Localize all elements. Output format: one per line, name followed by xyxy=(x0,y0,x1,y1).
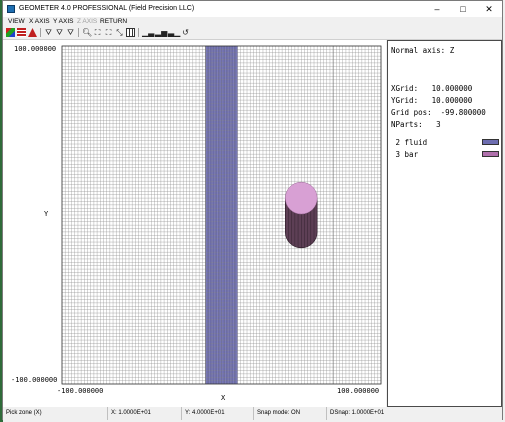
y-min-label: -100.000000 xyxy=(11,376,58,384)
ygrid-text: YGrid: 10.000000 xyxy=(391,96,473,105)
x-min-label: -100.000000 xyxy=(57,387,104,395)
zoom-icon[interactable]: 🔍︎ xyxy=(82,28,92,37)
geometer-window: GEOMETER 4.0 PROFESSIONAL (Field Precisi… xyxy=(2,0,503,420)
toolbar-separator xyxy=(78,28,79,37)
filter-list-icon[interactable]: ⛛ xyxy=(55,28,64,37)
title-bar[interactable]: GEOMETER 4.0 PROFESSIONAL (Field Precisi… xyxy=(3,1,502,17)
app-icon xyxy=(7,5,15,13)
menu-view[interactable]: VIEW xyxy=(8,17,25,27)
toolbar-separator xyxy=(138,28,139,37)
histogram-icon[interactable]: ▂▅ xyxy=(155,28,167,37)
xgrid-text: XGrid: 10.000000 xyxy=(391,84,473,93)
status-x: X: 1.0000E+01 xyxy=(107,407,181,420)
zoom-out-icon[interactable]: ⤡ xyxy=(115,28,124,37)
toolbar-separator xyxy=(40,28,41,37)
palette-icon[interactable] xyxy=(6,28,15,37)
fill-icon[interactable] xyxy=(28,28,37,37)
filter-down-icon[interactable]: ⛛ xyxy=(66,28,75,37)
filter-icon[interactable]: ⛛ xyxy=(44,28,53,37)
layers-icon[interactable] xyxy=(17,28,26,37)
plot-area[interactable]: 100.000000 -100.000000 -100.000000 100.0… xyxy=(3,40,386,407)
legend-swatch-fluid xyxy=(482,139,499,145)
window-title: GEOMETER 4.0 PROFESSIONAL (Field Precisi… xyxy=(19,5,195,12)
undo-icon[interactable]: ↺ xyxy=(181,28,190,37)
menu-bar: VIEW X AXIS Y AXIS Z AXIS RETURN xyxy=(3,17,502,27)
grid-pos-text: Grid pos: -99.800000 xyxy=(391,108,486,117)
y-axis-label: Y xyxy=(44,210,49,218)
menu-z-axis: Z AXIS xyxy=(77,18,98,25)
status-bar: Pick zone (X) X: 1.0000E+01 Y: 4.0000E+0… xyxy=(3,407,502,420)
menu-y-axis[interactable]: Y AXIS xyxy=(53,17,73,27)
menu-x-axis[interactable]: X AXIS xyxy=(29,17,50,27)
grid-icon[interactable] xyxy=(126,28,135,37)
legend-swatch-bar xyxy=(482,151,499,157)
toolbar: ⛛ ⛛ ⛛ 🔍︎ ⛶ ⛶ ⤡ ▁▃ ▂▅ ▃▁ ↺ xyxy=(3,27,502,40)
status-pick: Pick zone (X) xyxy=(6,410,42,416)
info-panel: Normal axis: Z XGrid: 10.000000 YGrid: 1… xyxy=(387,40,502,407)
legend-item-bar-label: 3 bar xyxy=(391,150,419,159)
bar-chart-icon[interactable]: ▁▃ xyxy=(142,28,154,37)
normal-axis-text: Normal axis: Z xyxy=(391,46,455,55)
zoom-fit-icon[interactable]: ⛶ xyxy=(104,28,113,37)
fluid-grid-lines xyxy=(205,46,238,384)
status-y: Y: 4.0000E+01 xyxy=(181,407,253,420)
maximize-button[interactable]: □ xyxy=(450,1,476,17)
status-snap: Snap mode: ON xyxy=(253,407,326,420)
y-max-label: 100.000000 xyxy=(14,45,57,53)
close-button[interactable]: ✕ xyxy=(476,1,502,17)
chart-alt-icon[interactable]: ▃▁ xyxy=(168,28,180,37)
menu-return[interactable]: RETURN xyxy=(100,17,127,27)
bar-top-face xyxy=(285,181,318,215)
x-axis-label: X xyxy=(221,394,226,402)
zoom-window-icon[interactable]: ⛶ xyxy=(93,28,102,37)
geometry-plot[interactable] xyxy=(3,40,386,407)
minimize-button[interactable]: – xyxy=(424,1,450,17)
status-dsnap: DSnap: 1.0000E+01 xyxy=(326,407,502,420)
legend-item-fluid-label: 2 fluid xyxy=(391,138,428,147)
x-max-label: 100.000000 xyxy=(337,387,380,395)
nparts-text: NParts: 3 xyxy=(391,120,441,129)
